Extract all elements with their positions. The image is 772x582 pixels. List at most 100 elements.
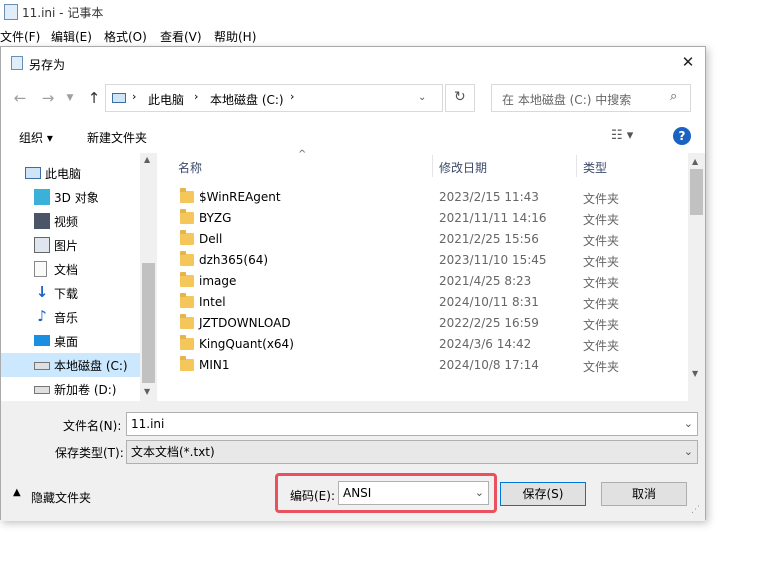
browser-body: 此电脑 3D 对象 视频 图片 文档 ↓ 下载 ♪ 音乐 桌面 本地磁盘 (C:… (1, 149, 705, 401)
file-row[interactable]: dzh365(64) 2023/11/10 15:45 文件夹 (158, 250, 688, 271)
file-name: JZTDOWNLOAD (199, 316, 291, 330)
file-type: 文件夹 (583, 255, 620, 269)
chevron-down-icon[interactable]: ⌄ (418, 92, 426, 103)
filename-field[interactable]: 11.ini ⌄ (126, 412, 698, 436)
breadcrumb-drive-c[interactable]: 本地磁盘 (C:) (210, 91, 284, 108)
encoding-value: ANSI (343, 486, 372, 500)
column-name-header[interactable]: 名称 (178, 159, 202, 176)
chevron-down-icon[interactable]: ⌄ (684, 441, 693, 463)
close-icon[interactable]: ✕ (677, 53, 699, 73)
new-folder-button[interactable]: 新建文件夹 (87, 129, 147, 146)
refresh-button[interactable]: ↻ (445, 84, 475, 112)
encoding-select[interactable]: ANSI ⌄ (338, 481, 489, 505)
scroll-up-icon[interactable]: ▲ (144, 155, 150, 164)
file-type: 文件夹 (583, 360, 620, 374)
tree-item-drive-c[interactable]: 本地磁盘 (C:) (1, 353, 141, 377)
chevron-down-icon[interactable]: ⌄ (684, 413, 693, 435)
file-name: dzh365(64) (199, 253, 269, 267)
forward-arrow-icon[interactable]: → (37, 87, 59, 109)
breadcrumb-separator-icon: › (290, 90, 295, 103)
menu-edit[interactable]: 编辑(E) (51, 28, 92, 45)
file-date: 2024/3/6 14:42 (439, 337, 532, 351)
save-button[interactable]: 保存(S) (500, 482, 586, 506)
folder-icon (180, 335, 194, 350)
breadcrumb-this-pc[interactable]: 此电脑 (148, 91, 184, 108)
column-date-header[interactable]: 修改日期 (439, 159, 487, 176)
chevron-down-icon[interactable]: ⌄ (475, 482, 484, 504)
file-name: Dell (199, 232, 223, 246)
list-scrollbar[interactable]: ▲ ▼ (688, 153, 705, 401)
tree-item-this-pc[interactable]: 此电脑 (1, 161, 141, 185)
filename-label: 文件名(N): (63, 419, 122, 433)
file-row[interactable]: $WinREAgent 2023/2/15 11:43 文件夹 (158, 187, 688, 208)
file-type: 文件夹 (583, 213, 620, 227)
scroll-up-icon[interactable]: ▲ (692, 157, 698, 166)
file-row[interactable]: JZTDOWNLOAD 2022/2/25 16:59 文件夹 (158, 313, 688, 334)
view-options-icon[interactable]: ☷ ▾ (611, 128, 633, 143)
folder-icon (180, 293, 194, 308)
column-type-header[interactable]: 类型 (583, 159, 607, 176)
sort-ascending-icon: ^ (298, 149, 307, 160)
file-row[interactable]: Intel 2024/10/11 8:31 文件夹 (158, 292, 688, 313)
file-row[interactable]: KingQuant(x64) 2024/3/6 14:42 文件夹 (158, 334, 688, 355)
tree-scrollbar[interactable]: ▲ ▼ (140, 153, 157, 401)
organize-button[interactable]: 组织 ▾ (19, 129, 53, 146)
tree-item-3d-objects[interactable]: 3D 对象 (1, 185, 141, 209)
menu-help[interactable]: 帮助(H) (214, 28, 256, 45)
file-row[interactable]: MIN1 2024/10/8 17:14 文件夹 (158, 355, 688, 376)
tree-item-downloads[interactable]: ↓ 下载 (1, 281, 141, 305)
pictures-icon (34, 237, 50, 253)
notepad-titlebar: 11.ini - 记事本 (0, 0, 772, 24)
notepad-icon (4, 4, 18, 20)
tree-item-video[interactable]: 视频 (1, 209, 141, 233)
file-name: BYZG (199, 211, 232, 225)
tree-item-drive-d[interactable]: 新加卷 (D:) (1, 377, 141, 401)
menu-format[interactable]: 格式(O) (104, 28, 147, 45)
documents-icon (34, 261, 47, 277)
tree-item-music[interactable]: ♪ 音乐 (1, 305, 141, 329)
address-bar[interactable]: › 此电脑 › 本地磁盘 (C:) › ⌄ (105, 84, 443, 112)
file-row[interactable]: Dell 2021/2/25 15:56 文件夹 (158, 229, 688, 250)
download-icon: ↓ (35, 283, 49, 301)
column-divider[interactable] (432, 155, 433, 177)
menu-view[interactable]: 查看(V) (160, 28, 202, 45)
hide-folders-toggle[interactable]: 隐藏文件夹 (31, 489, 91, 506)
file-name: Intel (199, 295, 226, 309)
cancel-button[interactable]: 取消 (601, 482, 687, 506)
savetype-value: 文本文档(*.txt) (131, 445, 215, 459)
navigation-pane[interactable]: 此电脑 3D 对象 视频 图片 文档 ↓ 下载 ♪ 音乐 桌面 本地磁盘 (C:… (1, 153, 157, 401)
file-date: 2021/2/25 15:56 (439, 232, 539, 246)
file-list[interactable]: 名称 ^ 修改日期 类型 $WinREAgent 2023/2/15 11:43 文… (158, 149, 705, 401)
recent-dropdown-icon[interactable]: ▼ (59, 87, 81, 109)
dialog-title: 另存为 (29, 58, 66, 72)
tree-item-pictures[interactable]: 图片 (1, 233, 141, 257)
search-icon: ⌕ (670, 89, 678, 104)
back-arrow-icon[interactable]: ← (9, 87, 31, 109)
up-arrow-icon[interactable]: ↑ (83, 87, 105, 109)
tree-item-desktop[interactable]: 桌面 (1, 329, 141, 353)
file-name: KingQuant(x64) (199, 337, 294, 351)
folder-icon (180, 272, 194, 287)
column-divider[interactable] (576, 155, 577, 177)
scroll-thumb[interactable] (690, 169, 703, 215)
scroll-down-icon[interactable]: ▼ (692, 369, 698, 378)
tree-label: 3D 对象 (54, 191, 99, 205)
file-row[interactable]: BYZG 2021/11/11 14:16 文件夹 (158, 208, 688, 229)
file-type: 文件夹 (583, 339, 620, 353)
tree-item-documents[interactable]: 文档 (1, 257, 141, 281)
scroll-down-icon[interactable]: ▼ (144, 387, 150, 396)
file-type: 文件夹 (583, 234, 620, 248)
file-row[interactable]: image 2021/4/25 8:23 文件夹 (158, 271, 688, 292)
resize-grip-icon[interactable]: ⋰ (691, 505, 700, 515)
scroll-thumb[interactable] (142, 263, 155, 383)
file-type: 文件夹 (583, 297, 620, 311)
dialog-titlebar: 另存为 ✕ (1, 47, 705, 77)
chevron-up-icon[interactable]: ▲ (13, 487, 21, 498)
menu-file[interactable]: 文件(F) (0, 28, 40, 45)
savetype-select[interactable]: 文本文档(*.txt) ⌄ (126, 440, 698, 464)
search-input[interactable]: 在 本地磁盘 (C:) 中搜索 ⌕ (491, 84, 691, 112)
video-icon (34, 213, 50, 229)
help-icon[interactable]: ? (673, 127, 691, 145)
file-date: 2021/11/11 14:16 (439, 211, 547, 225)
tree-label: 图片 (54, 239, 79, 253)
